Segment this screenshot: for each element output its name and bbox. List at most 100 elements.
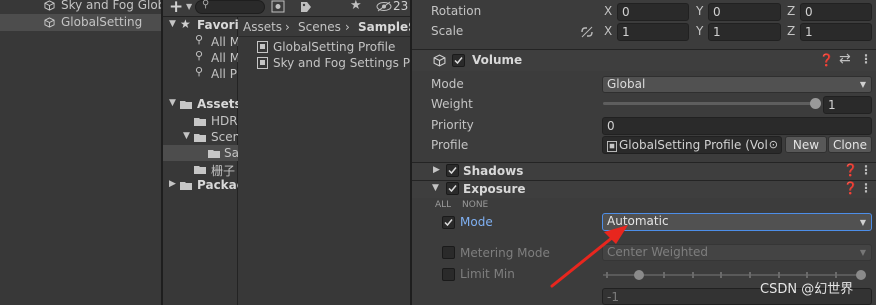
mode-override-checkbox[interactable]	[442, 216, 455, 229]
limit-min-override-checkbox[interactable]	[442, 268, 455, 281]
tree-item-label: All M	[211, 51, 238, 65]
shadows-enabled-checkbox[interactable]	[446, 164, 459, 177]
expand-arrow-icon: ▶	[169, 179, 176, 189]
tree-item-folder[interactable]: HDR	[163, 113, 238, 129]
tree-item-favorites[interactable]: ▼ ★ Favorit	[163, 17, 238, 34]
dropdown-arrow-icon[interactable]: ▼	[186, 2, 192, 11]
constrain-proportions-icon[interactable]	[580, 26, 594, 41]
volume-profile-icon	[257, 41, 268, 56]
profile-object-field[interactable]: GlobalSetting Profile (Volu ⊙	[602, 136, 782, 154]
search-icon: ⚲	[195, 33, 204, 46]
scale-label: Scale	[431, 24, 464, 38]
scale-z-field[interactable]: 1	[800, 23, 872, 41]
more-options-icon[interactable]: ⋮	[860, 163, 872, 177]
tree-item-folder[interactable]: 栅子	[163, 161, 238, 178]
help-icon[interactable]: ❓	[843, 181, 858, 195]
volume-profile-icon	[257, 57, 268, 72]
folder-icon	[208, 148, 221, 162]
rotation-x-field[interactable]: 0	[617, 3, 689, 21]
weight-slider-thumb[interactable]	[809, 98, 821, 109]
folder-icon	[180, 180, 193, 194]
toggle-all-button[interactable]: ALL	[435, 200, 451, 210]
tree-item-search[interactable]: ⚲ All M	[163, 33, 238, 50]
expand-arrow-icon: ▼	[183, 131, 190, 141]
volume-mode-dropdown[interactable]: Global ▼	[602, 76, 872, 93]
volume-title: Volume	[472, 53, 523, 67]
weight-field[interactable]: 1	[823, 96, 872, 114]
rotation-x-axis-label[interactable]: X	[604, 4, 612, 18]
slider-tick	[663, 272, 666, 278]
rotation-z-axis-label[interactable]: Z	[787, 4, 795, 18]
annotation-arrow	[550, 225, 628, 288]
file-label: GlobalSetting Profile	[273, 40, 396, 54]
exposure-enabled-checkbox[interactable]	[446, 182, 459, 195]
scale-y-axis-label[interactable]: Y	[696, 24, 703, 38]
breadcrumb-separator-icon: ›	[345, 20, 350, 34]
priority-label: Priority	[431, 118, 474, 132]
shadows-title: Shadows	[463, 164, 524, 178]
cube-icon	[44, 0, 55, 14]
search-icon: ⚲	[195, 65, 204, 78]
slider-tick	[720, 272, 723, 278]
rotation-y-field[interactable]: 0	[708, 3, 781, 21]
preset-icon[interactable]: ⇄	[839, 51, 851, 67]
folder-icon	[194, 116, 207, 130]
new-profile-button[interactable]: New	[785, 136, 827, 153]
exposure-mode-dropdown[interactable]: Automatic ▼	[602, 213, 872, 231]
help-icon[interactable]: ❓	[843, 163, 858, 177]
file-item[interactable]: GlobalSetting Profile	[239, 39, 410, 55]
tree-item-label: Packag	[197, 178, 238, 192]
metering-override-checkbox[interactable]	[442, 246, 455, 259]
hidden-count: 23	[393, 0, 409, 13]
scale-y-field[interactable]: 1	[708, 23, 781, 41]
priority-field[interactable]: 0	[602, 117, 872, 135]
rotation-z-field[interactable]: 0	[800, 3, 872, 21]
file-item[interactable]: Sky and Fog Settings Pro	[239, 55, 410, 71]
clone-profile-button[interactable]: Clone	[828, 136, 872, 153]
weight-label: Weight	[431, 97, 473, 111]
file-label: Sky and Fog Settings Pro	[273, 56, 410, 70]
tree-item-assets[interactable]: ▼ Assets	[163, 96, 238, 113]
volume-mode-value: Global	[607, 77, 646, 91]
tree-item-folder-selected[interactable]: Sa	[163, 145, 238, 161]
tree-item-search[interactable]: ⚲ All P	[163, 65, 238, 82]
volume-mode-label: Mode	[431, 77, 464, 91]
scale-x-field[interactable]: 1	[617, 23, 689, 41]
scale-x-axis-label[interactable]: X	[604, 24, 612, 38]
cube-icon	[44, 17, 55, 31]
breadcrumb-item[interactable]: Assets	[243, 20, 282, 34]
breadcrumb-item[interactable]: Scenes	[298, 20, 341, 34]
hierarchy-item[interactable]: Sky and Fog Glob	[0, 0, 161, 14]
toggle-none-button[interactable]: NONE	[462, 200, 488, 210]
search-input[interactable]: ⚲	[195, 0, 265, 14]
expand-arrow-icon: ▼	[169, 19, 176, 29]
more-options-icon[interactable]: ⋮	[860, 181, 872, 195]
expand-arrow-icon[interactable]: ▶	[433, 165, 440, 175]
hierarchy-item-selected[interactable]: GlobalSetting	[0, 14, 161, 31]
help-icon[interactable]: ❓	[819, 53, 834, 67]
visibility-toggle-icon[interactable]	[376, 1, 392, 15]
metering-mode-dropdown[interactable]: Center Weighted ▼	[602, 244, 872, 261]
favorite-star-icon[interactable]: ★	[350, 0, 362, 13]
limit-max-slider-thumb[interactable]	[856, 270, 866, 280]
tree-item-label: Favorit	[197, 18, 238, 32]
tree-item-folder[interactable]: ▼ Scen	[163, 129, 238, 145]
search-icon: ⚲	[202, 0, 210, 10]
breadcrumb-item-current[interactable]: SampleS	[358, 20, 410, 34]
scale-z-axis-label[interactable]: Z	[787, 24, 795, 38]
tree-item-packages[interactable]: ▶ Packag	[163, 177, 238, 194]
exposure-mode-label: Mode	[460, 215, 493, 229]
add-button[interactable]: +	[169, 0, 183, 17]
profile-value: GlobalSetting Profile (Volu	[619, 138, 767, 152]
volume-enabled-checkbox[interactable]	[452, 54, 465, 67]
tree-item-search[interactable]: ⚲ All M	[163, 49, 238, 66]
slider-tick	[691, 272, 694, 278]
object-picker-icon[interactable]: ⊙	[769, 137, 778, 153]
scene-filter-button[interactable]	[271, 0, 291, 15]
hierarchy-item-label: Sky and Fog Glob	[61, 0, 161, 12]
expand-arrow-icon[interactable]: ▼	[432, 183, 439, 193]
label-filter-icon[interactable]	[300, 1, 312, 16]
weight-slider-track[interactable]	[603, 102, 815, 105]
rotation-y-axis-label[interactable]: Y	[696, 4, 703, 18]
more-options-icon[interactable]: ⋮	[860, 52, 872, 66]
